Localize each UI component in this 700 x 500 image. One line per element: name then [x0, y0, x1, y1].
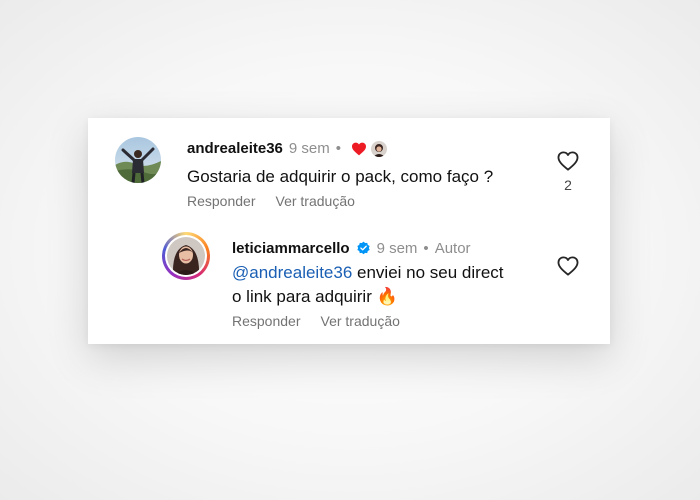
mention-link[interactable]: @andrealeite36 — [232, 263, 352, 282]
author-badge: Autor — [434, 240, 471, 257]
reply-header: leticiammarcello 9 sem • Autor — [232, 240, 471, 257]
heart-filled-icon — [352, 142, 367, 155]
avatar-leticiammarcello[interactable] — [162, 232, 210, 280]
reply-button[interactable]: Responder — [232, 313, 301, 329]
comment-actions: Responder Ver tradução — [187, 193, 355, 209]
meta-separator: • — [423, 240, 429, 257]
reply-text-rest: enviei no seu direct — [352, 263, 504, 282]
meta-separator: • — [335, 140, 342, 157]
reply-username[interactable]: leticiammarcello — [232, 240, 350, 257]
reply-text-line-2-text: o link para adquirir — [232, 287, 372, 306]
reply-time: 9 sem — [376, 240, 418, 257]
avatar-photo — [167, 237, 205, 275]
reply-actions: Responder Ver tradução — [232, 313, 400, 329]
comment-header: andrealeite36 9 sem • — [187, 140, 388, 157]
reply-text-line-1: @andrealeite36 enviei no seu direct — [232, 261, 504, 285]
fire-emoji: 🔥 — [376, 287, 398, 306]
see-translation-button[interactable]: Ver tradução — [276, 193, 355, 209]
comment-username[interactable]: andrealeite36 — [187, 140, 283, 157]
comment-text: Gostaria de adquirir o pack, como faço ? — [187, 167, 494, 186]
see-translation-button[interactable]: Ver tradução — [321, 313, 400, 329]
like-count: 2 — [564, 177, 572, 193]
reply-text-line-2: o link para adquirir 🔥 — [232, 285, 504, 309]
reply-text: @andrealeite36 enviei no seu direct o li… — [232, 261, 504, 309]
heart-outline-icon[interactable] — [557, 151, 579, 171]
heart-outline-icon[interactable] — [557, 256, 579, 276]
creator-like-avatar — [371, 140, 388, 157]
reply-button[interactable]: Responder — [187, 193, 256, 209]
comment-time: 9 sem — [288, 140, 330, 157]
comments-card: andrealeite36 9 sem • Gostaria de adquir… — [88, 118, 610, 344]
avatar-andrealeite36[interactable] — [115, 137, 161, 183]
verified-badge-icon — [356, 241, 370, 255]
